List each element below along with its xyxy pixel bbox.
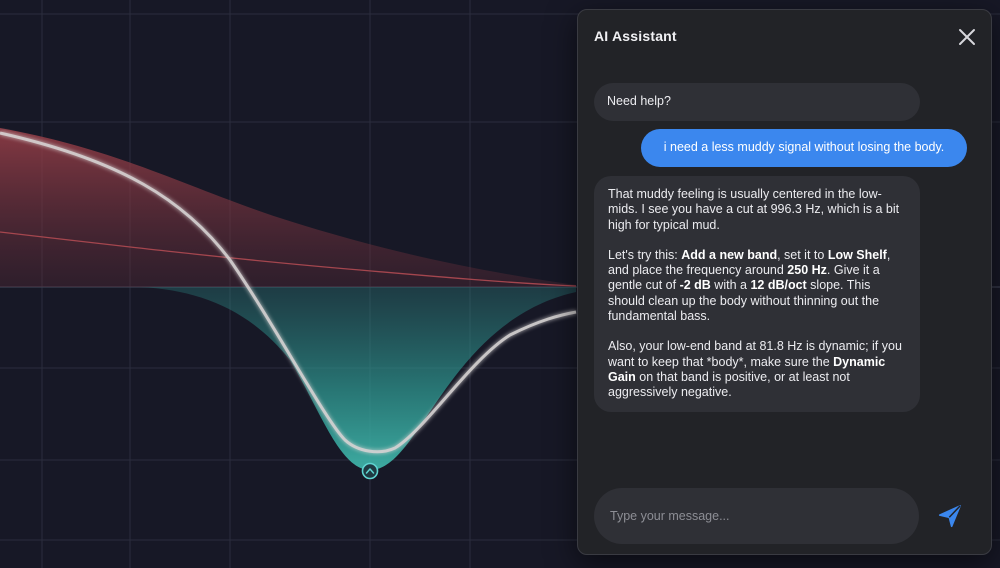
- close-icon: [959, 29, 975, 45]
- reply-paragraph: That muddy feeling is usually centered i…: [608, 187, 900, 232]
- send-button[interactable]: [934, 500, 966, 532]
- send-icon: [938, 505, 961, 528]
- panel-title: AI Assistant: [594, 28, 677, 44]
- assistant-message: Need help?: [594, 83, 920, 121]
- user-message: i need a less muddy signal without losin…: [641, 129, 967, 167]
- reply-paragraph: Also, your low-end band at 81.8 Hz is dy…: [608, 339, 902, 400]
- assistant-reply: That muddy feeling is usually centered i…: [594, 176, 920, 412]
- close-button[interactable]: [954, 24, 980, 50]
- reply-paragraph: Let's try this: Add a new band, set it t…: [608, 247, 891, 324]
- ai-assistant-panel: AI Assistant Need help? i need a less mu…: [577, 9, 992, 555]
- message-input[interactable]: [594, 488, 919, 544]
- band-handle-icon[interactable]: [361, 462, 379, 480]
- bell-cut-fill: [0, 287, 576, 470]
